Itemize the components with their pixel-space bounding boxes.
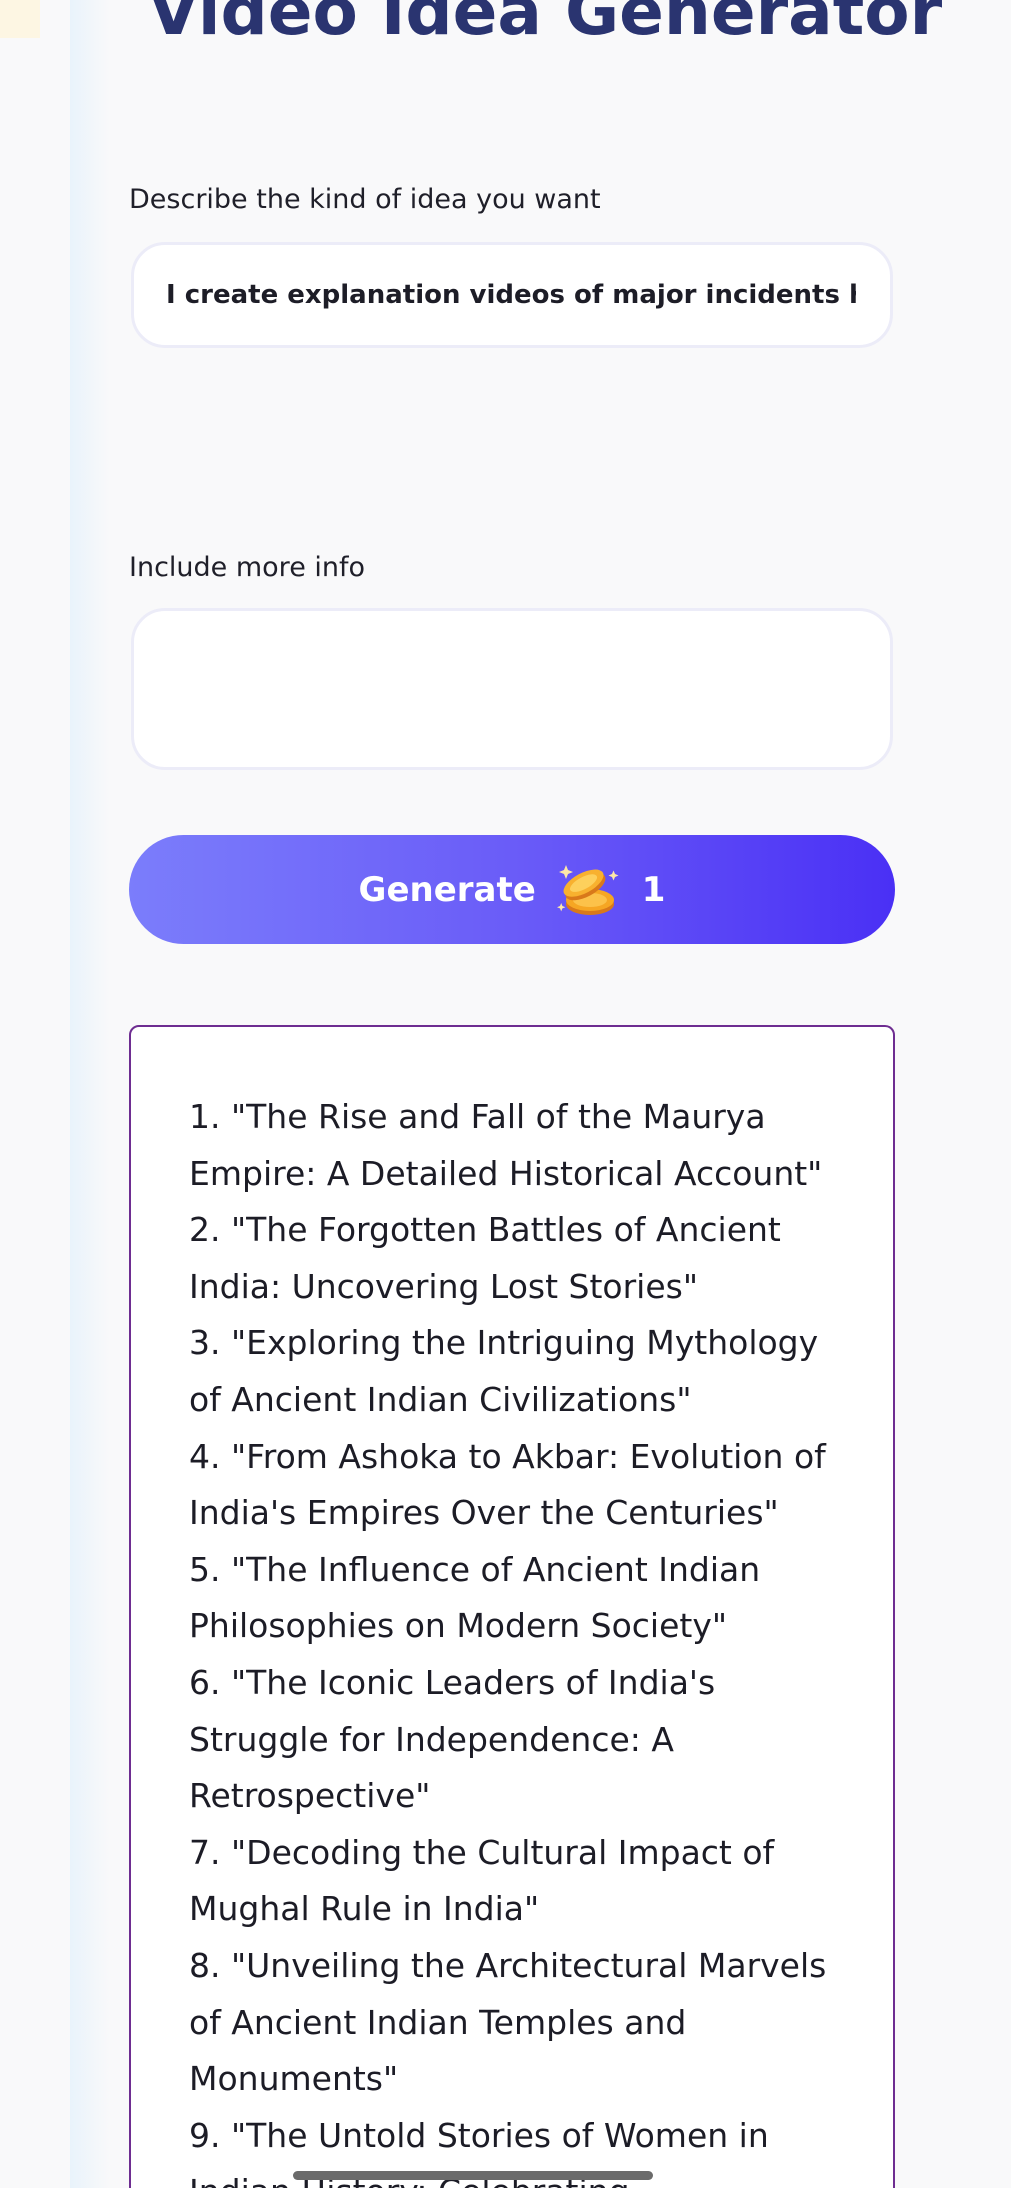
idea-item-2: 2. "The Forgotten Battles of Ancient Ind…	[189, 1210, 781, 1306]
corner-tab	[0, 0, 40, 38]
side-panel-edge	[70, 0, 110, 2188]
idea-list: 1. "The Rise and Fall of the Maurya Empi…	[189, 1089, 839, 2188]
coins-icon	[554, 860, 624, 920]
idea-item-4: 4. "From Ashoka to Akbar: Evolution of I…	[189, 1436, 826, 1533]
home-indicator[interactable]	[293, 2171, 653, 2180]
idea-item-6: 6. "The Iconic Leaders of India's Strugg…	[189, 1662, 716, 1816]
idea-item-5: 5. "The Influence of Ancient Indian Phil…	[189, 1549, 761, 1646]
idea-item-7: 7. "Decoding the Cultural Impact of Mugh…	[189, 1832, 775, 1929]
page: Video Idea Generator Describe the kind o…	[0, 0, 1011, 2188]
generate-cost: 1	[641, 869, 666, 910]
idea-input-container[interactable]	[131, 242, 893, 348]
generate-button[interactable]: Generate 1	[129, 835, 895, 944]
info-textarea[interactable]	[162, 631, 866, 755]
results-panel: 1. "The Rise and Fall of the Maurya Empi…	[129, 1025, 895, 2188]
idea-input[interactable]	[166, 245, 856, 345]
idea-field-label: Describe the kind of idea you want	[129, 184, 601, 215]
idea-item-8: 8. "Unveiling the Architectural Marvels …	[189, 1945, 827, 2099]
info-input-container[interactable]	[131, 608, 893, 770]
page-title: Video Idea Generator	[148, 0, 943, 50]
idea-item-1: 1. "The Rise and Fall of the Maurya Empi…	[189, 1097, 823, 1193]
generate-label: Generate	[358, 869, 536, 910]
info-field-label: Include more info	[129, 552, 366, 583]
idea-item-3: 3. "Exploring the Intriguing Mythology o…	[189, 1323, 819, 1419]
